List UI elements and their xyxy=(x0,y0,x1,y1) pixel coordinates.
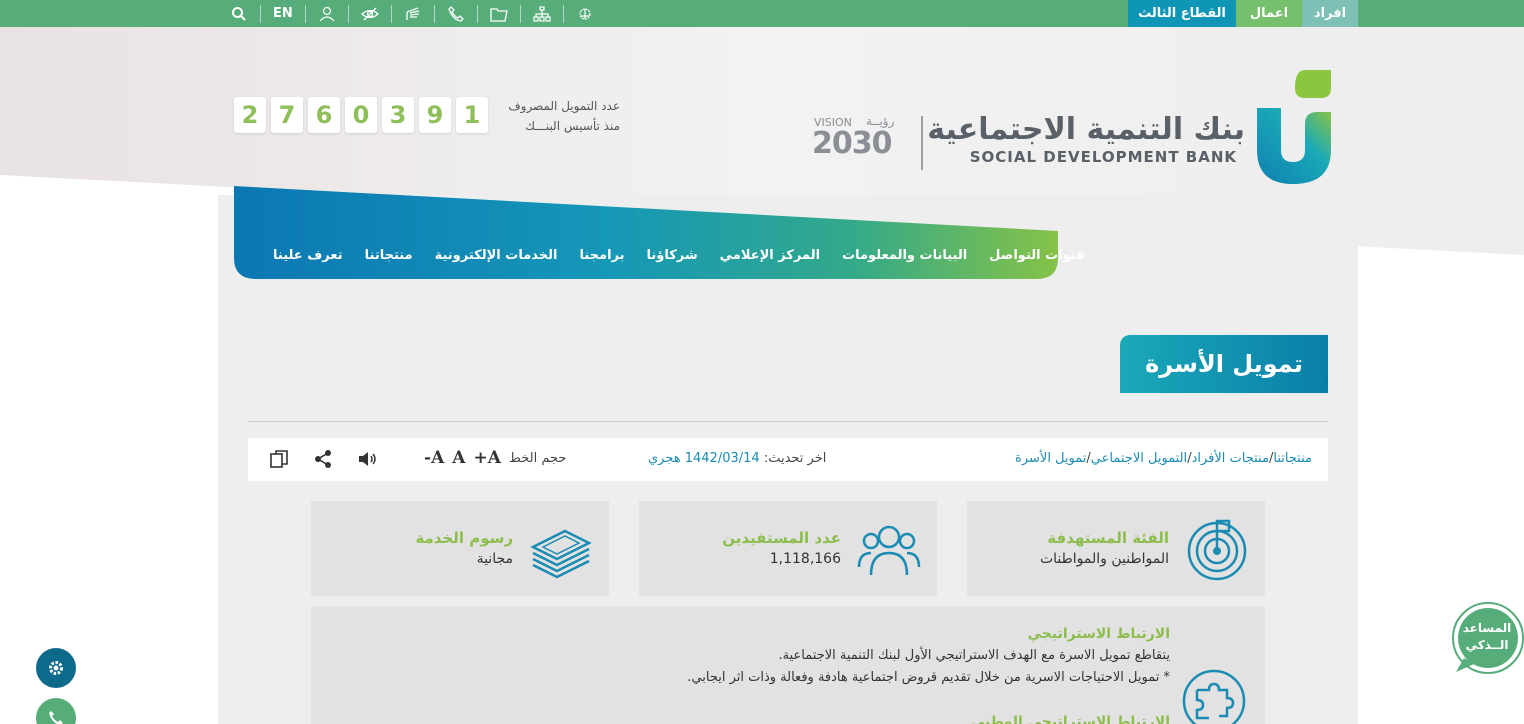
phone-icon xyxy=(49,711,63,724)
card-title: الفئة المستهدفة xyxy=(1047,529,1169,547)
funding-counter-label: عدد التمويل المصروف منذ تأسيس البنـــك xyxy=(490,96,620,136)
font-reset-button[interactable]: A xyxy=(452,448,465,468)
last-updated-label: اخر تحديث: xyxy=(763,451,827,466)
sign-language-icon[interactable] xyxy=(390,4,434,23)
counter-digit: 9 xyxy=(419,97,451,133)
vision-year: 2030 xyxy=(812,126,892,161)
nav-data[interactable]: البيانات والمعلومات xyxy=(831,248,978,268)
last-updated: اخر تحديث: 1442/03/14 هجري xyxy=(648,451,826,466)
card-value: مجانية xyxy=(476,551,513,567)
search-icon[interactable] xyxy=(218,5,260,23)
smart-assistant-label[interactable]: المساعد الــذكي xyxy=(1454,620,1520,654)
page-tools xyxy=(268,448,378,470)
strategic-bullet: * تمويل الاحتياجات الاسرية من خلال تقديم… xyxy=(687,670,1170,685)
settings-button[interactable] xyxy=(36,648,76,688)
users-icon xyxy=(857,525,921,576)
eye-slash-icon[interactable] xyxy=(347,4,391,23)
share-icon[interactable] xyxy=(312,448,334,470)
breadcrumb-item[interactable]: منتجات الأفراد xyxy=(1192,451,1269,466)
last-updated-value: 1442/03/14 هجري xyxy=(648,451,760,466)
nav-partners[interactable]: شركاؤنا xyxy=(636,248,709,268)
counter-label-line2: منذ تأسيس البنـــك xyxy=(525,119,620,133)
funding-counter: 2 7 6 0 3 9 1 xyxy=(234,97,488,133)
sitemap-icon[interactable] xyxy=(519,4,563,23)
target-icon xyxy=(1187,519,1247,581)
font-size-label: حجم الخط xyxy=(508,450,567,466)
strategic-alignment: الارتباط الاستراتيجي يتقاطع تمويل الاسرة… xyxy=(311,606,1265,724)
call-button[interactable] xyxy=(36,698,76,724)
counter-digit: 7 xyxy=(271,97,303,133)
font-size-controls: حجم الخط A+ A A- xyxy=(424,448,566,468)
counter-digit: 6 xyxy=(308,97,340,133)
assistant-line1: المساعد xyxy=(1462,621,1512,635)
counter-digit: 3 xyxy=(382,97,414,133)
nav-media-center[interactable]: المركز الإعلامي xyxy=(709,248,831,268)
counter-digit: 2 xyxy=(234,97,266,133)
font-increase-button[interactable]: A+ xyxy=(473,448,500,468)
nav-contact[interactable]: قنوات التواصل xyxy=(978,248,1095,268)
font-decrease-button[interactable]: A- xyxy=(424,448,444,468)
card-title: رسوم الخدمة xyxy=(415,529,513,547)
puzzle-icon xyxy=(1182,669,1246,724)
nav-about[interactable]: تعرف علينا xyxy=(262,248,354,268)
money-stack-icon xyxy=(530,529,592,579)
breadcrumb-item[interactable]: التمويل الاجتماعي xyxy=(1091,451,1187,466)
header-divider xyxy=(921,116,923,170)
card-value: المواطنين والمواطنات xyxy=(1039,551,1169,567)
breadcrumb-current: تمويل الأسرة xyxy=(1015,451,1087,466)
speaker-icon[interactable] xyxy=(356,448,378,470)
breadcrumb-item[interactable]: منتجاتنا xyxy=(1273,451,1312,466)
page-info-bar: منتجاتنا/منتجات الأفراد/التمويل الاجتماع… xyxy=(248,438,1328,481)
card-value: 1,118,166 xyxy=(769,551,841,567)
nav-programs[interactable]: برامجنا xyxy=(568,248,635,268)
card-service-fees: رسوم الخدمة مجانية xyxy=(311,501,609,596)
strategic-text: يتقاطع تمويل الاسرة مع الهدف الاستراتيجي… xyxy=(778,648,1170,663)
nav-e-services[interactable]: الخدمات الإلكترونية xyxy=(424,248,569,268)
tab-third-sector[interactable]: القطاع الثالث xyxy=(1128,0,1236,27)
strategic-title: الارتباط الاستراتيجي xyxy=(1027,626,1170,642)
card-title: عدد المستفيدين xyxy=(722,529,841,547)
logo-arabic-text: بنك التنمية الاجتماعية xyxy=(927,112,1245,147)
tab-business[interactable]: اعمال xyxy=(1236,0,1302,27)
counter-digit: 0 xyxy=(345,97,377,133)
gear-icon xyxy=(49,661,63,675)
language-switch[interactable]: EN xyxy=(260,4,305,23)
logo-english-text: SOCIAL DEVELOPMENT BANK xyxy=(969,148,1237,166)
card-beneficiaries: عدد المستفيدين 1,118,166 xyxy=(639,501,937,596)
main-nav: تعرف علينا منتجاتنا الخدمات الإلكترونية … xyxy=(262,248,1085,268)
title-divider xyxy=(248,421,1328,422)
copy-icon[interactable] xyxy=(268,448,290,470)
bank-logo-icon xyxy=(1257,70,1331,184)
page-title: تمويل الأسرة xyxy=(1120,335,1328,393)
counter-digit: 1 xyxy=(456,97,488,133)
emblem-icon[interactable] xyxy=(562,4,606,23)
assistant-line2: الــذكي xyxy=(1465,638,1509,652)
nav-products[interactable]: منتجاتنا xyxy=(354,248,424,268)
utility-bar: EN xyxy=(218,0,606,27)
top-bar: افراد اعمال القطاع الثالث EN xyxy=(0,0,1524,27)
folder-icon[interactable] xyxy=(476,4,520,23)
counter-label-line1: عدد التمويل المصروف xyxy=(508,99,620,113)
phone-icon[interactable] xyxy=(433,4,477,23)
breadcrumb: منتجاتنا/منتجات الأفراد/التمويل الاجتماع… xyxy=(1015,451,1312,466)
bank-logo[interactable]: بنك التنمية الاجتماعية SOCIAL DEVELOPMEN… xyxy=(927,68,1335,188)
page: افراد اعمال القطاع الثالث EN بنك التنمية… xyxy=(0,0,1524,724)
segment-tabs: افراد اعمال القطاع الثالث xyxy=(1128,0,1358,27)
strategic-subtitle: الارتباط الاستراتيجي الوطني xyxy=(970,714,1170,724)
tab-individuals[interactable]: افراد xyxy=(1302,0,1358,27)
user-icon[interactable] xyxy=(304,4,348,23)
card-target-group: الفئة المستهدفة المواطنين والمواطنات xyxy=(967,501,1265,596)
vision-2030-logo: VISION رؤيــة 2030 xyxy=(810,114,900,172)
